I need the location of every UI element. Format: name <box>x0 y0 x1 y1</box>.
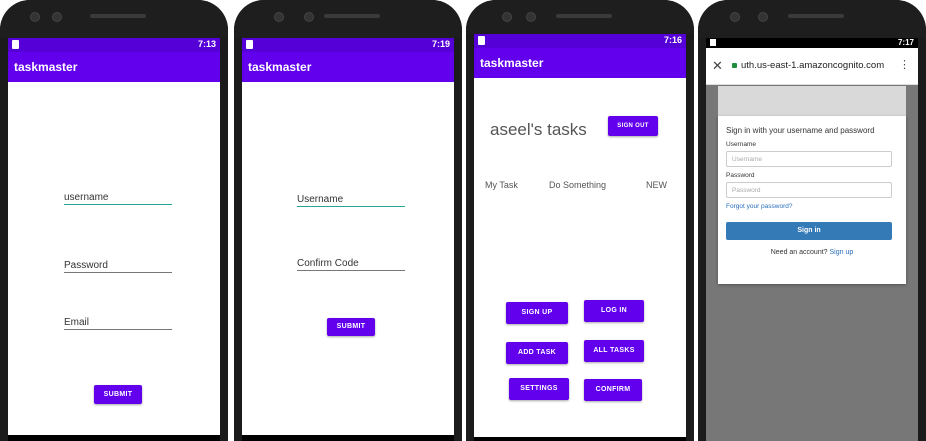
app-title: taskmaster <box>474 48 686 78</box>
submit-button[interactable]: SUBMIT <box>94 385 142 404</box>
submit-button[interactable]: SUBMIT <box>327 318 375 336</box>
task-title[interactable]: My Task <box>485 180 518 190</box>
screen: 7:17 ✕ uth.us-east-1.amazoncognito.com ⋮… <box>706 38 918 441</box>
username-label: Username <box>726 141 756 148</box>
front-camera <box>30 12 40 22</box>
speaker <box>556 14 612 18</box>
email-input[interactable]: Email <box>64 317 172 330</box>
password-input[interactable]: Password <box>726 182 892 198</box>
log-in-button[interactable]: LOG IN <box>584 300 644 322</box>
speaker <box>788 14 844 18</box>
sim-icon <box>246 40 253 49</box>
password-input[interactable]: Password <box>64 260 172 273</box>
app-title: taskmaster <box>8 52 220 82</box>
sim-icon <box>710 39 716 46</box>
front-camera <box>274 12 284 22</box>
phone-bezel <box>0 0 228 38</box>
status-bar: 7:19 <box>242 38 454 52</box>
nav-bar <box>242 435 454 441</box>
signin-heading: Sign in with your username and password <box>726 126 875 135</box>
close-icon[interactable]: ✕ <box>712 58 723 74</box>
username-input[interactable]: username <box>64 192 172 205</box>
speaker <box>324 14 380 18</box>
password-label: Password <box>726 172 755 179</box>
banner <box>718 86 906 116</box>
sign-out-button[interactable]: SIGN OUT <box>608 116 658 136</box>
sign-in-button[interactable]: Sign in <box>726 222 892 240</box>
signup-row: Need an account? Sign up <box>718 249 906 256</box>
front-camera <box>502 12 512 22</box>
nav-bar <box>8 435 220 441</box>
screen: 7:13 taskmaster username Password Email … <box>8 38 220 441</box>
task-state[interactable]: NEW <box>646 180 667 190</box>
page-title: aseel's tasks <box>490 120 587 139</box>
sensor <box>304 12 314 22</box>
phone-home: 7:16 taskmaster aseel's tasks SIGN OUT M… <box>466 0 694 441</box>
phone-signup: 7:13 taskmaster username Password Email … <box>0 0 228 441</box>
phone-cognito: 7:17 ✕ uth.us-east-1.amazoncognito.com ⋮… <box>698 0 926 441</box>
status-time: 7:19 <box>431 39 450 49</box>
all-tasks-button[interactable]: ALL TASKS <box>584 340 644 362</box>
sensor <box>52 12 62 22</box>
sensor <box>758 12 768 22</box>
sign-up-button[interactable]: SIGN UP <box>506 302 568 324</box>
sign-up-link[interactable]: Sign up <box>830 249 854 256</box>
settings-button[interactable]: SETTINGS <box>509 378 569 400</box>
phone-bezel <box>698 0 926 38</box>
kebab-menu-icon[interactable]: ⋮ <box>899 58 910 71</box>
lock-icon <box>732 63 737 68</box>
add-task-button[interactable]: ADD TASK <box>506 342 568 364</box>
screen: 7:19 taskmaster Username Confirm Code SU… <box>242 38 454 441</box>
confirm-code-input[interactable]: Confirm Code <box>297 258 405 271</box>
phone-confirm: 7:19 taskmaster Username Confirm Code SU… <box>234 0 462 441</box>
browser-url-bar: ✕ uth.us-east-1.amazoncognito.com ⋮ <box>706 48 918 85</box>
screen: 7:16 taskmaster aseel's tasks SIGN OUT M… <box>474 34 686 441</box>
phone-bezel <box>234 0 462 38</box>
need-account-text: Need an account? <box>770 249 828 256</box>
username-input[interactable]: Username <box>726 151 892 167</box>
status-time: 7:16 <box>663 35 682 45</box>
nav-bar <box>474 437 686 441</box>
signin-card: Sign in with your username and password … <box>718 116 906 284</box>
app-title: taskmaster <box>242 52 454 82</box>
status-bar: 7:16 <box>474 34 686 48</box>
status-bar: 7:17 <box>706 38 918 48</box>
sensor <box>526 12 536 22</box>
phone-bezel <box>466 0 694 34</box>
status-time: 7:17 <box>897 38 914 47</box>
url-text[interactable]: uth.us-east-1.amazoncognito.com <box>741 60 884 71</box>
task-body[interactable]: Do Something <box>549 180 606 190</box>
speaker <box>90 14 146 18</box>
username-input[interactable]: Username <box>297 194 405 207</box>
forgot-password-link[interactable]: Forgot your password? <box>726 203 792 210</box>
status-bar: 7:13 <box>8 38 220 52</box>
sim-icon <box>12 40 19 49</box>
front-camera <box>730 12 740 22</box>
confirm-button[interactable]: CONFIRM <box>584 379 642 401</box>
status-time: 7:13 <box>197 39 216 49</box>
sim-icon <box>478 36 485 45</box>
